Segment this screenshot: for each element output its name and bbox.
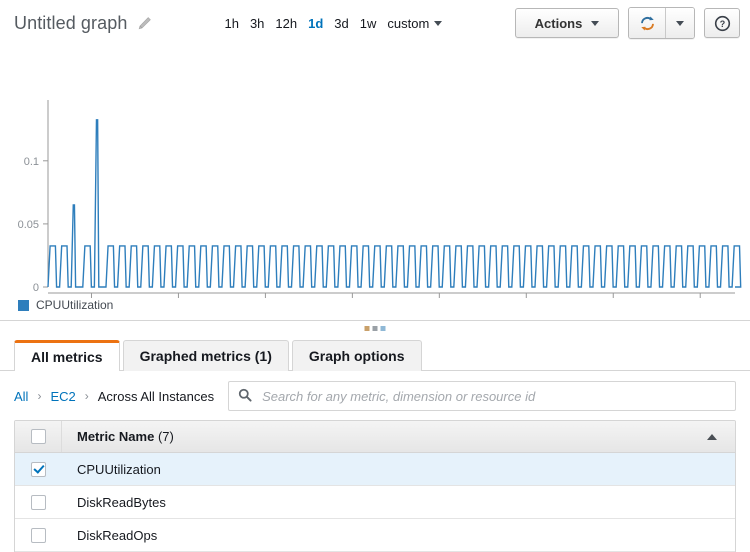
- sort-ascending-icon[interactable]: [707, 434, 717, 440]
- column-header-label: Metric Name: [77, 429, 154, 444]
- breadcrumb-item-all[interactable]: All: [14, 389, 28, 404]
- svg-text:0.1: 0.1: [24, 156, 39, 168]
- chevron-down-icon: [434, 21, 442, 26]
- header-button-group: Actions ?: [515, 7, 740, 39]
- metric-name-cell: CPUUtilization: [62, 462, 735, 477]
- table-row[interactable]: DiskReadBytes: [15, 486, 735, 519]
- legend-color-swatch: [18, 300, 29, 311]
- search-icon: [238, 388, 252, 405]
- column-header-metric-name[interactable]: Metric Name (7): [62, 429, 707, 444]
- resize-handle[interactable]: [365, 326, 386, 331]
- tab-bar: All metrics Graphed metrics (1) Graph op…: [0, 339, 750, 371]
- chevron-down-icon: [591, 21, 599, 26]
- pencil-icon[interactable]: [137, 16, 152, 31]
- refresh-button-group: [628, 7, 695, 39]
- tab-graph-options[interactable]: Graph options: [292, 340, 422, 371]
- time-range-selector[interactable]: 1h 3h 12h 1d 3d 1w custom: [224, 16, 442, 31]
- time-range-12h[interactable]: 12h: [275, 16, 297, 31]
- time-range-3h[interactable]: 3h: [250, 16, 264, 31]
- svg-text:0.05: 0.05: [18, 219, 39, 231]
- metric-name-cell: DiskReadOps: [62, 528, 735, 543]
- table-row[interactable]: DiskReadOps: [15, 519, 735, 552]
- metrics-panel: All › EC2 › Across All Instances Metric …: [0, 371, 750, 552]
- row-checkbox-cell[interactable]: [15, 453, 62, 485]
- tab-graphed-metrics[interactable]: Graphed metrics (1): [123, 340, 289, 371]
- handle-dot: [373, 326, 378, 331]
- breadcrumb-separator-icon: ›: [28, 389, 50, 403]
- row-checkbox[interactable]: [31, 462, 46, 477]
- svg-text:0: 0: [33, 282, 39, 294]
- time-range-1d[interactable]: 1d: [308, 16, 323, 31]
- metric-chart[interactable]: 00.050.104:0007:0010:0013:0016:0019:0022…: [0, 46, 750, 296]
- table-row[interactable]: CPUUtilization: [15, 453, 735, 486]
- refresh-button[interactable]: [629, 8, 665, 38]
- metric-name-cell: DiskReadBytes: [62, 495, 735, 510]
- handle-dot: [381, 326, 386, 331]
- chevron-down-icon: [676, 21, 684, 26]
- help-button[interactable]: ?: [704, 8, 740, 38]
- row-checkbox[interactable]: [31, 495, 46, 510]
- row-checkbox-cell[interactable]: [15, 486, 62, 518]
- handle-dot: [365, 326, 370, 331]
- svg-text:?: ?: [719, 18, 724, 28]
- metrics-table: Metric Name (7) CPUUtilization DiskReadB…: [14, 420, 736, 552]
- row-checkbox-cell[interactable]: [15, 519, 62, 551]
- chart-canvas: 00.050.104:0007:0010:0013:0016:0019:0022…: [0, 46, 750, 298]
- breadcrumb: All › EC2 › Across All Instances: [14, 381, 736, 411]
- time-range-custom[interactable]: custom: [387, 16, 442, 31]
- breadcrumb-item-current: Across All Instances: [98, 389, 214, 404]
- graph-header: Untitled graph 1h 3h 12h 1d 3d 1w custom…: [0, 0, 750, 46]
- time-range-1h[interactable]: 1h: [224, 16, 238, 31]
- page-title: Untitled graph: [14, 13, 127, 34]
- refresh-options-button[interactable]: [665, 8, 694, 38]
- breadcrumb-item-ec2[interactable]: EC2: [50, 389, 75, 404]
- time-range-3d[interactable]: 3d: [334, 16, 348, 31]
- panel-divider: [0, 320, 750, 339]
- actions-button[interactable]: Actions: [515, 8, 619, 38]
- breadcrumb-separator-icon: ›: [76, 389, 98, 403]
- time-range-custom-label: custom: [387, 16, 429, 31]
- chart-legend: CPUUtilization: [0, 298, 750, 312]
- select-all-cell[interactable]: [15, 421, 62, 452]
- legend-series-label[interactable]: CPUUtilization: [36, 298, 113, 312]
- select-all-checkbox[interactable]: [31, 429, 46, 444]
- metric-count: (7): [158, 429, 174, 444]
- row-checkbox[interactable]: [31, 528, 46, 543]
- tab-all-metrics[interactable]: All metrics: [14, 340, 120, 371]
- table-header-row: Metric Name (7): [15, 421, 735, 453]
- time-range-1w[interactable]: 1w: [360, 16, 377, 31]
- actions-button-label: Actions: [535, 16, 583, 31]
- search-box[interactable]: [228, 381, 736, 411]
- search-input[interactable]: [260, 388, 726, 405]
